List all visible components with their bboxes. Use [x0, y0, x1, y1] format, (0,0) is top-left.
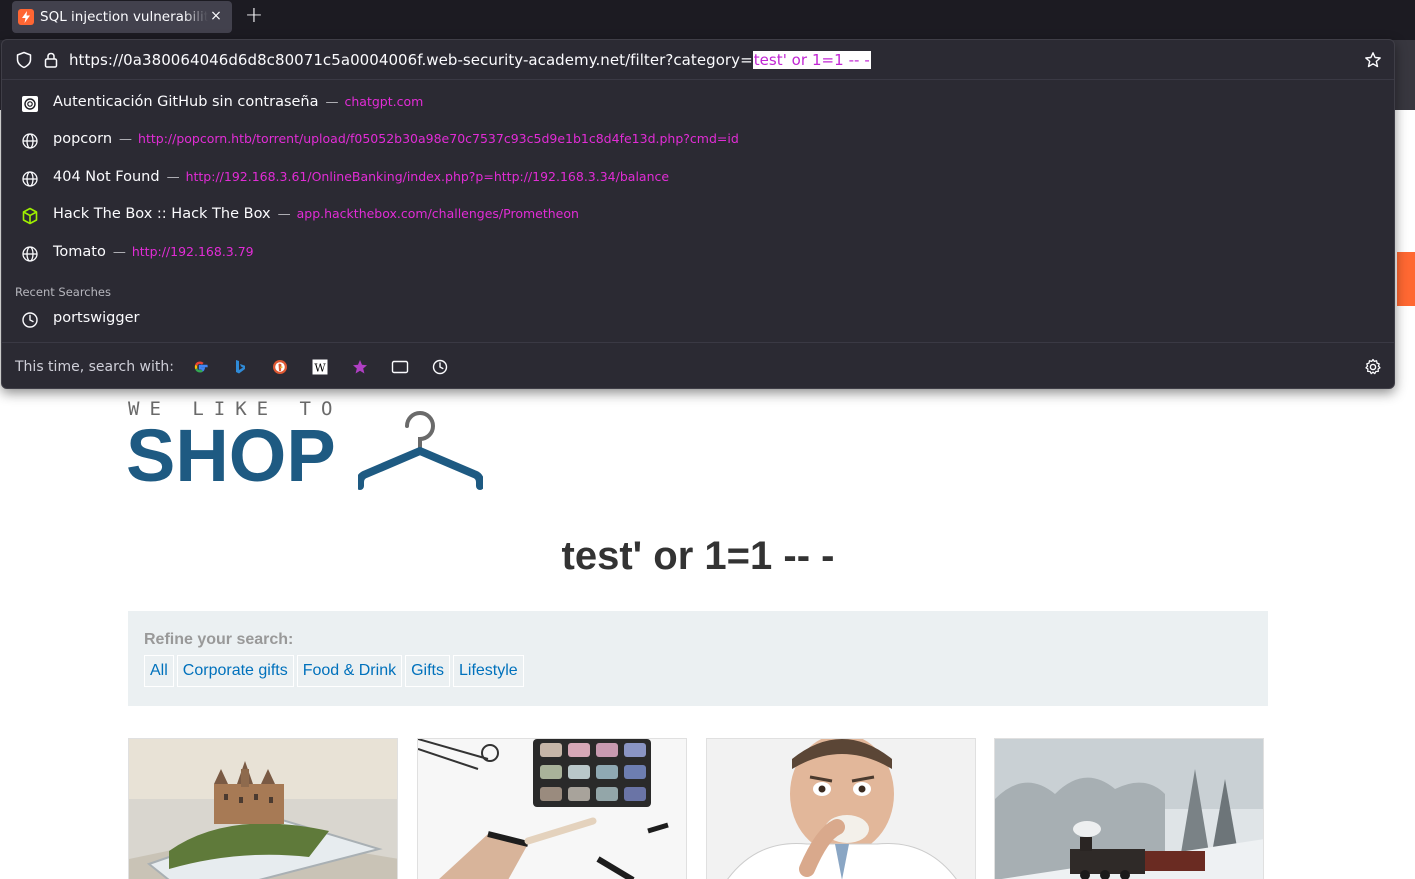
man-eating-image — [707, 739, 975, 879]
globe-icon — [22, 133, 38, 149]
tabs-icon[interactable] — [391, 358, 409, 376]
recent-searches-label: Recent Searches — [15, 285, 111, 299]
globe-icon — [22, 171, 38, 187]
url-selection: test' or 1=1 -- - — [752, 51, 871, 69]
tab-active[interactable]: SQL injection vulnerability in WHERE cla… — [12, 1, 232, 33]
category-all[interactable]: All — [144, 655, 174, 687]
page-title: test' or 1=1 -- - — [561, 534, 835, 578]
suggestion-separator: — — [112, 245, 126, 260]
product-card[interactable] — [128, 738, 398, 879]
category-lifestyle[interactable]: Lifestyle — [452, 655, 524, 687]
clock-icon — [22, 312, 38, 328]
svg-text:W: W — [314, 362, 326, 375]
category-filters: All Corporate gifts Food & Drink Gifts L… — [144, 655, 527, 687]
bookmarks-icon[interactable] — [351, 358, 369, 376]
category-food-drink[interactable]: Food & Drink — [296, 655, 403, 687]
duckduckgo-icon[interactable] — [271, 358, 289, 376]
suggestion-separator: — — [325, 95, 339, 110]
shop-logo[interactable]: WE LIKE TO SHOP — [126, 396, 488, 496]
filter-panel: Refine your search: All Corporate gifts … — [128, 611, 1268, 706]
lock-icon[interactable] — [42, 51, 60, 69]
new-tab-button[interactable]: + — [244, 5, 264, 27]
product-card[interactable] — [994, 738, 1264, 879]
recent-search-item[interactable]: portswigger — [2, 302, 1394, 338]
google-icon[interactable] — [191, 358, 209, 376]
globe-icon — [22, 246, 38, 262]
category-corporate-gifts[interactable]: Corporate gifts — [176, 655, 294, 687]
suggestion-title: popcorn — [53, 131, 113, 147]
refine-label: Refine your search: — [144, 631, 294, 648]
url-input[interactable]: https://0a380064046d6d8c80071c5a0004006f… — [69, 51, 871, 69]
toolbar-edge — [1393, 40, 1415, 110]
product-grid — [128, 738, 1268, 879]
logo-name: SHOP — [126, 414, 336, 497]
page-nav-edge — [1397, 252, 1415, 306]
tab-strip: SQL injection vulnerability in WHERE cla… — [0, 0, 1415, 40]
gear-icon[interactable] — [1364, 358, 1382, 376]
bing-icon[interactable] — [231, 358, 249, 376]
close-icon[interactable]: × — [208, 8, 224, 24]
suggestion-title: Hack The Box :: Hack The Box — [53, 206, 271, 222]
recent-search-title: portswigger — [53, 310, 140, 326]
suggestion-url: http://popcorn.htb/torrent/upload/f05052… — [138, 131, 739, 146]
suggestion-separator: — — [166, 170, 180, 185]
suggestion-title: Autenticación GitHub sin contraseña — [53, 94, 319, 110]
suggestion-title: 404 Not Found — [53, 169, 160, 185]
bookmark-star-icon[interactable] — [1364, 51, 1382, 69]
suggestion-item[interactable]: Autenticación GitHub sin contraseña — chat… — [2, 86, 1394, 123]
tab-title: SQL injection vulnerability in WHERE cla… — [40, 9, 208, 25]
search-engine-bar: This time, search with: W — [2, 342, 1394, 389]
category-gifts[interactable]: Gifts — [405, 655, 450, 687]
suggestion-item[interactable]: Hack The Box :: Hack The Box — app.hackthe… — [2, 198, 1394, 235]
suggestion-separator: — — [277, 207, 291, 222]
suggestion-separator: — — [119, 132, 133, 147]
history-icon[interactable] — [431, 358, 449, 376]
hanger-icon — [358, 411, 483, 490]
castle-phone-image — [129, 739, 397, 879]
suggestion-url: chatgpt.com — [344, 94, 424, 109]
url-base: https://0a380064046d6d8c80071c5a0004006f… — [69, 51, 753, 69]
hackthebox-icon — [22, 207, 38, 225]
makeup-image — [418, 739, 686, 879]
portswigger-icon — [18, 9, 34, 25]
suggestion-url: http://192.168.3.61/OnlineBanking/index.… — [185, 169, 670, 184]
product-card[interactable] — [706, 738, 976, 879]
product-card[interactable] — [417, 738, 687, 879]
search-with-label: This time, search with: — [15, 359, 174, 375]
suggestion-item[interactable]: Tomato — http://192.168.3.79 — [2, 236, 1394, 273]
wikipedia-icon[interactable]: W — [311, 358, 329, 376]
suggestion-url: app.hackthebox.com/challenges/Prometheon — [296, 206, 579, 221]
shield-icon[interactable] — [15, 51, 33, 69]
suggestion-item[interactable]: 404 Not Found — http://192.168.3.61/Online… — [2, 161, 1394, 198]
chatgpt-icon — [22, 96, 38, 112]
winter-train-image — [995, 739, 1263, 879]
suggestion-item[interactable]: popcorn — http://popcorn.htb/torrent/uploa… — [2, 123, 1394, 160]
suggestion-title: Tomato — [53, 244, 106, 260]
url-bar[interactable]: https://0a380064046d6d8c80071c5a0004006f… — [2, 40, 1394, 80]
url-dropdown: https://0a380064046d6d8c80071c5a0004006f… — [1, 39, 1395, 389]
suggestion-url: http://192.168.3.79 — [131, 244, 254, 259]
